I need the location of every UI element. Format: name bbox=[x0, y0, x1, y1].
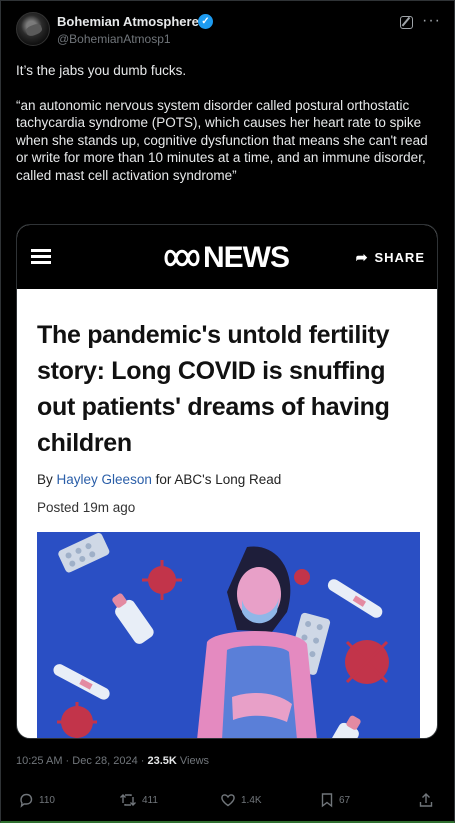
more-options-icon[interactable]: ··· bbox=[422, 12, 441, 30]
abc-news-header: NEWS ➦ SHARE bbox=[17, 225, 437, 289]
grok-icon[interactable] bbox=[400, 16, 413, 29]
tweet-header: Bohemian Atmosphere ✓ @BohemianAtmosp1 ·… bbox=[16, 12, 441, 48]
byline-suffix: for ABC's Long Read bbox=[155, 472, 282, 487]
article-byline: By Hayley Gleeson for ABC's Long Read bbox=[37, 472, 281, 487]
author-handle[interactable]: @BohemianAtmosp1 bbox=[57, 32, 171, 46]
share-arrow-icon: ➦ bbox=[355, 249, 369, 265]
link-preview-card[interactable]: NEWS ➦ SHARE The pandemic's untold fertil… bbox=[16, 224, 438, 739]
tweet-timestamp[interactable]: 10:25 AM · Dec 28, 2024 · 23.5K Views bbox=[16, 755, 209, 767]
avatar[interactable] bbox=[16, 12, 50, 46]
tweet-actions: 110 411 1.4K 67 bbox=[16, 792, 436, 812]
share-tweet-button[interactable] bbox=[418, 792, 439, 808]
share-label: SHARE bbox=[374, 250, 425, 265]
heart-icon bbox=[221, 794, 235, 807]
verified-badge-icon[interactable]: ✓ bbox=[198, 14, 213, 29]
tweet-comment: It’s the jabs you dumb fucks. bbox=[16, 63, 187, 78]
bookmark-icon bbox=[321, 793, 333, 808]
share-upload-icon bbox=[419, 793, 433, 807]
tweet-time-date[interactable]: 10:25 AM · Dec 28, 2024 · bbox=[16, 755, 147, 767]
bookmark-count: 67 bbox=[339, 794, 351, 806]
tweet-quote: “an autonomic nervous system disorder ca… bbox=[16, 97, 428, 183]
abc-lissajous-icon bbox=[164, 249, 200, 267]
views-count: 23.5K bbox=[147, 755, 177, 767]
byline-author-link: Hayley Gleeson bbox=[56, 472, 152, 487]
tweet-text: It’s the jabs you dumb fucks. “an autono… bbox=[16, 62, 441, 184]
like-count: 1.4K bbox=[241, 794, 262, 806]
reply-count: 110 bbox=[39, 794, 55, 806]
article-headline: The pandemic's untold fertility story: L… bbox=[37, 321, 390, 457]
like-button[interactable]: 1.4K bbox=[220, 792, 262, 808]
reply-button[interactable]: 110 bbox=[18, 792, 55, 808]
reply-icon bbox=[20, 793, 33, 808]
hamburger-menu-icon bbox=[31, 249, 51, 264]
article-illustration bbox=[37, 532, 420, 738]
repost-count: 411 bbox=[142, 794, 158, 806]
bookmark-button[interactable]: 67 bbox=[320, 792, 350, 808]
byline-prefix: By bbox=[37, 472, 53, 487]
share-button: ➦ SHARE bbox=[356, 249, 425, 266]
views-label: Views bbox=[176, 755, 210, 767]
posted-time: Posted 19m ago bbox=[37, 500, 136, 515]
repost-icon bbox=[120, 794, 136, 806]
repost-button[interactable]: 411 bbox=[119, 792, 158, 808]
author-name[interactable]: Bohemian Atmosphere bbox=[57, 14, 199, 29]
abc-logo-text: NEWS bbox=[203, 241, 290, 274]
